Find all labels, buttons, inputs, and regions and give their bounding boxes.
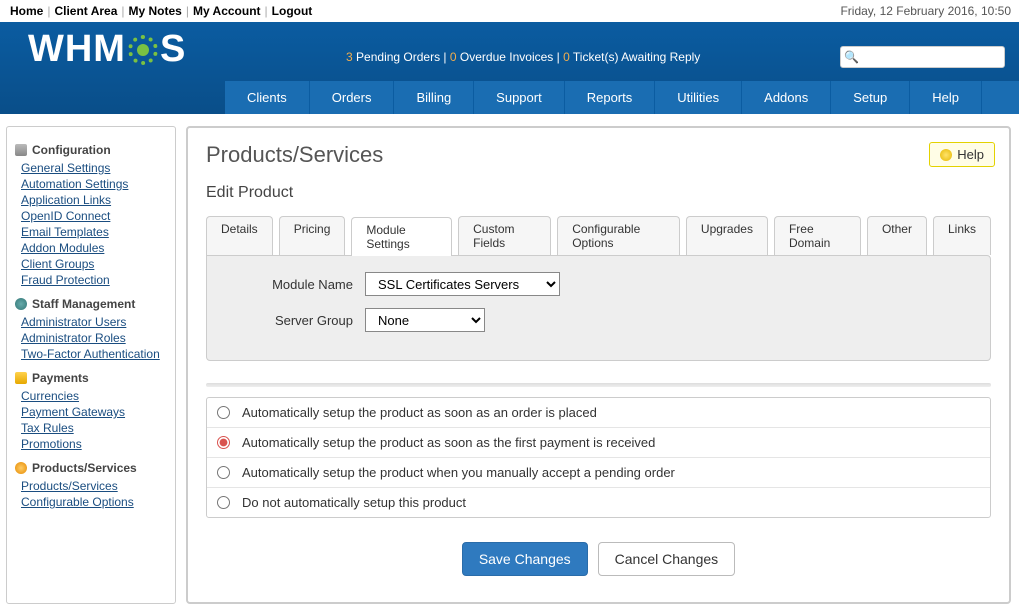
sidebar-link[interactable]: Products/Services (21, 479, 167, 493)
help-button[interactable]: Help (929, 142, 995, 167)
page-subtitle: Edit Product (206, 184, 991, 202)
top-link[interactable]: Client Area (54, 4, 117, 18)
tab[interactable]: Details (206, 216, 273, 255)
divider (206, 383, 991, 387)
top-link[interactable]: Home (10, 4, 43, 18)
user-icon (15, 298, 27, 310)
nav-item[interactable]: Utilities (655, 81, 742, 114)
wrench-icon (15, 144, 27, 156)
auto-setup-option[interactable]: Automatically setup the product as soon … (207, 428, 990, 458)
cancel-button[interactable]: Cancel Changes (598, 542, 736, 576)
top-link[interactable]: My Account (193, 4, 261, 18)
sidebar-link[interactable]: Addon Modules (21, 241, 167, 255)
auto-setup-option[interactable]: Automatically setup the product when you… (207, 458, 990, 488)
gear-icon (128, 35, 158, 65)
module-name-label: Module Name (223, 277, 353, 292)
tab[interactable]: Other (867, 216, 927, 255)
radio-input[interactable] (217, 496, 230, 509)
main-content: Help Products/Services Edit Product Deta… (186, 126, 1011, 604)
sidebar-link[interactable]: General Settings (21, 161, 167, 175)
server-group-label: Server Group (223, 313, 353, 328)
tab[interactable]: Pricing (279, 216, 346, 255)
tab[interactable]: Upgrades (686, 216, 768, 255)
tab[interactable]: Free Domain (774, 216, 861, 255)
sidebar-link[interactable]: Currencies (21, 389, 167, 403)
radio-input[interactable] (217, 406, 230, 419)
search-input[interactable] (840, 46, 1005, 68)
top-link[interactable]: My Notes (129, 4, 182, 18)
logo[interactable]: WHMS (0, 22, 206, 81)
module-settings-panel: Module Name SSL Certificates Servers Ser… (206, 255, 991, 361)
box-icon (15, 462, 27, 474)
sidebar-link[interactable]: OpenID Connect (21, 209, 167, 223)
sidebar-link[interactable]: Two-Factor Authentication (21, 347, 167, 361)
sidebar-link[interactable]: Tax Rules (21, 421, 167, 435)
coin-icon (15, 372, 27, 384)
sidebar-link[interactable]: Application Links (21, 193, 167, 207)
sidebar-heading-config: Configuration (15, 143, 167, 157)
main-nav: ClientsOrdersBillingSupportReportsUtilit… (225, 81, 1019, 114)
nav-item[interactable]: Addons (742, 81, 831, 114)
tab[interactable]: Links (933, 216, 991, 255)
save-button[interactable]: Save Changes (462, 542, 588, 576)
sidebar-link[interactable]: Client Groups (21, 257, 167, 271)
sidebar-heading-payments: Payments (15, 371, 167, 385)
nav-item[interactable]: Support (474, 81, 565, 114)
sidebar: Configuration General Settings Automation… (6, 126, 176, 604)
sidebar-link[interactable]: Administrator Roles (21, 331, 167, 345)
server-group-select[interactable]: None (365, 308, 485, 332)
radio-input[interactable] (217, 436, 230, 449)
sidebar-link[interactable]: Email Templates (21, 225, 167, 239)
auto-setup-option[interactable]: Automatically setup the product as soon … (207, 398, 990, 428)
sidebar-link[interactable]: Promotions (21, 437, 167, 451)
pending-summary: 3 Pending Orders | 0 Overdue Invoices | … (206, 40, 840, 64)
nav-item[interactable]: Clients (225, 81, 310, 114)
sidebar-link[interactable]: Automation Settings (21, 177, 167, 191)
nav-item[interactable]: Reports (565, 81, 656, 114)
nav-item[interactable]: Setup (831, 81, 910, 114)
sidebar-heading-products: Products/Services (15, 461, 167, 475)
top-links: Home|Client Area|My Notes|My Account|Log… (8, 4, 314, 18)
tab-bar: DetailsPricingModule SettingsCustom Fiel… (206, 216, 991, 255)
page-title: Products/Services (206, 142, 991, 168)
tab[interactable]: Custom Fields (458, 216, 551, 255)
auto-setup-options: Automatically setup the product as soon … (206, 397, 991, 518)
sidebar-link[interactable]: Administrator Users (21, 315, 167, 329)
tab[interactable]: Configurable Options (557, 216, 680, 255)
sidebar-link[interactable]: Fraud Protection (21, 273, 167, 287)
radio-input[interactable] (217, 466, 230, 479)
nav-item[interactable]: Billing (394, 81, 474, 114)
nav-item[interactable]: Help (910, 81, 982, 114)
sidebar-heading-staff: Staff Management (15, 297, 167, 311)
top-link[interactable]: Logout (272, 4, 313, 18)
sidebar-link[interactable]: Configurable Options (21, 495, 167, 509)
module-name-select[interactable]: SSL Certificates Servers (365, 272, 560, 296)
lightbulb-icon (940, 149, 952, 161)
nav-item[interactable]: Orders (310, 81, 395, 114)
tab[interactable]: Module Settings (351, 217, 452, 256)
auto-setup-option[interactable]: Do not automatically setup this product (207, 488, 990, 517)
sidebar-link[interactable]: Payment Gateways (21, 405, 167, 419)
header-date: Friday, 12 February 2016, 10:50 (840, 4, 1011, 18)
